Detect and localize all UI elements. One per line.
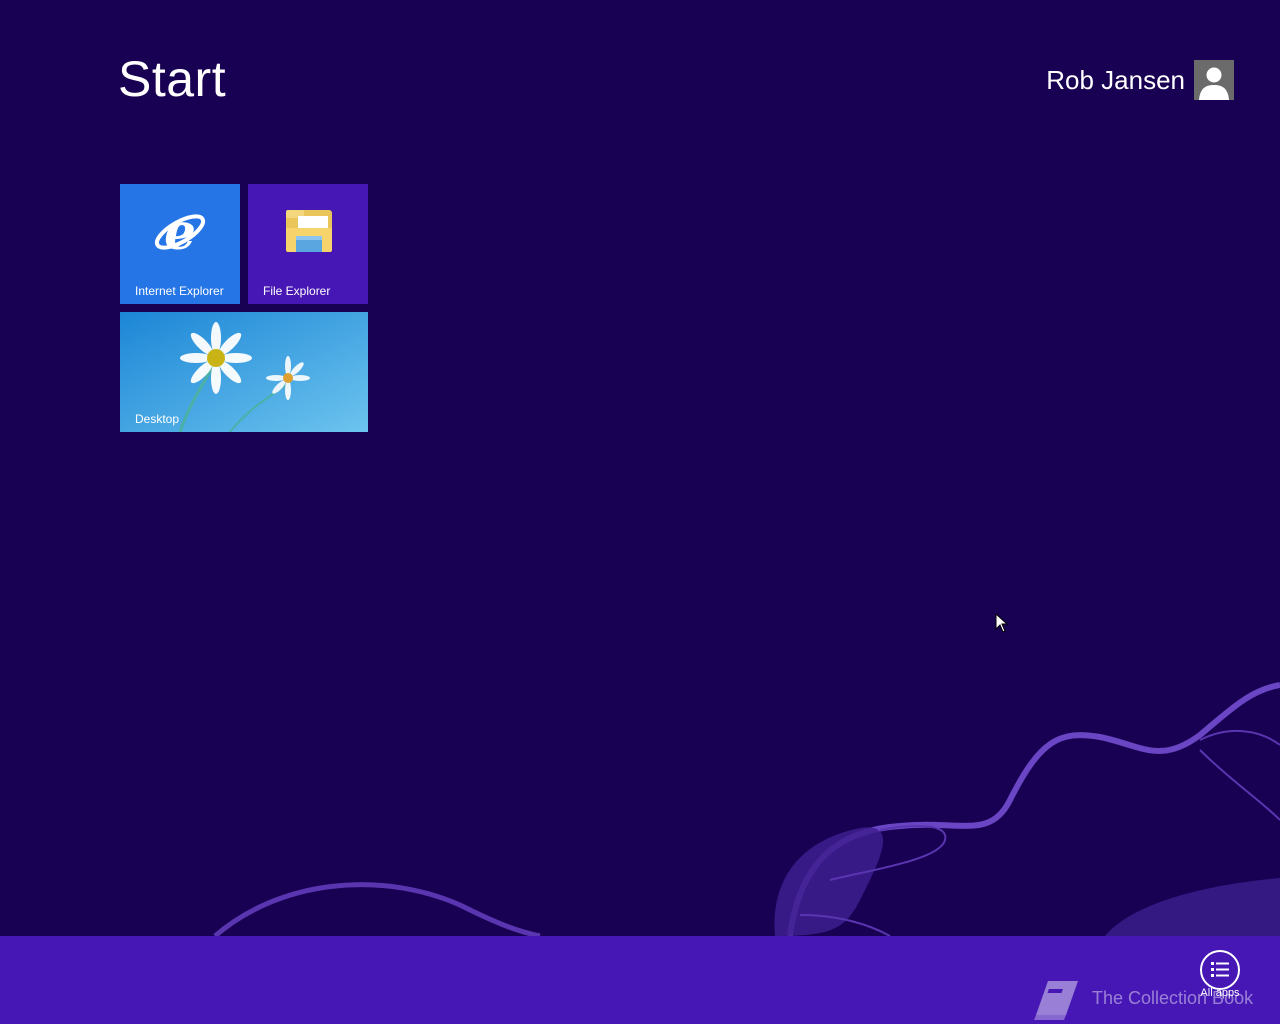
tile-desktop[interactable]: Desktop [120, 312, 368, 432]
tile-internet-explorer[interactable]: e Internet Explorer [120, 184, 240, 304]
mouse-cursor-icon [995, 613, 1009, 633]
tile-label: Internet Explorer [135, 284, 224, 298]
background-swirl-art [213, 682, 1280, 939]
user-avatar-icon[interactable] [1194, 60, 1234, 100]
user-account[interactable]: Rob Jansen [1046, 60, 1234, 100]
book-icon [1034, 981, 1078, 1020]
tile-file-explorer[interactable]: File Explorer [248, 184, 368, 304]
page-title: Start [118, 51, 227, 107]
tile-label: Desktop [135, 412, 180, 426]
user-name[interactable]: Rob Jansen [1046, 65, 1185, 96]
tile-label: File Explorer [263, 284, 331, 298]
svg-text:e: e [164, 202, 196, 261]
list-icon [1200, 950, 1240, 990]
all-apps-button[interactable]: All apps [1196, 950, 1244, 999]
file-explorer-icon [286, 210, 332, 252]
internet-explorer-icon: e [154, 202, 206, 261]
